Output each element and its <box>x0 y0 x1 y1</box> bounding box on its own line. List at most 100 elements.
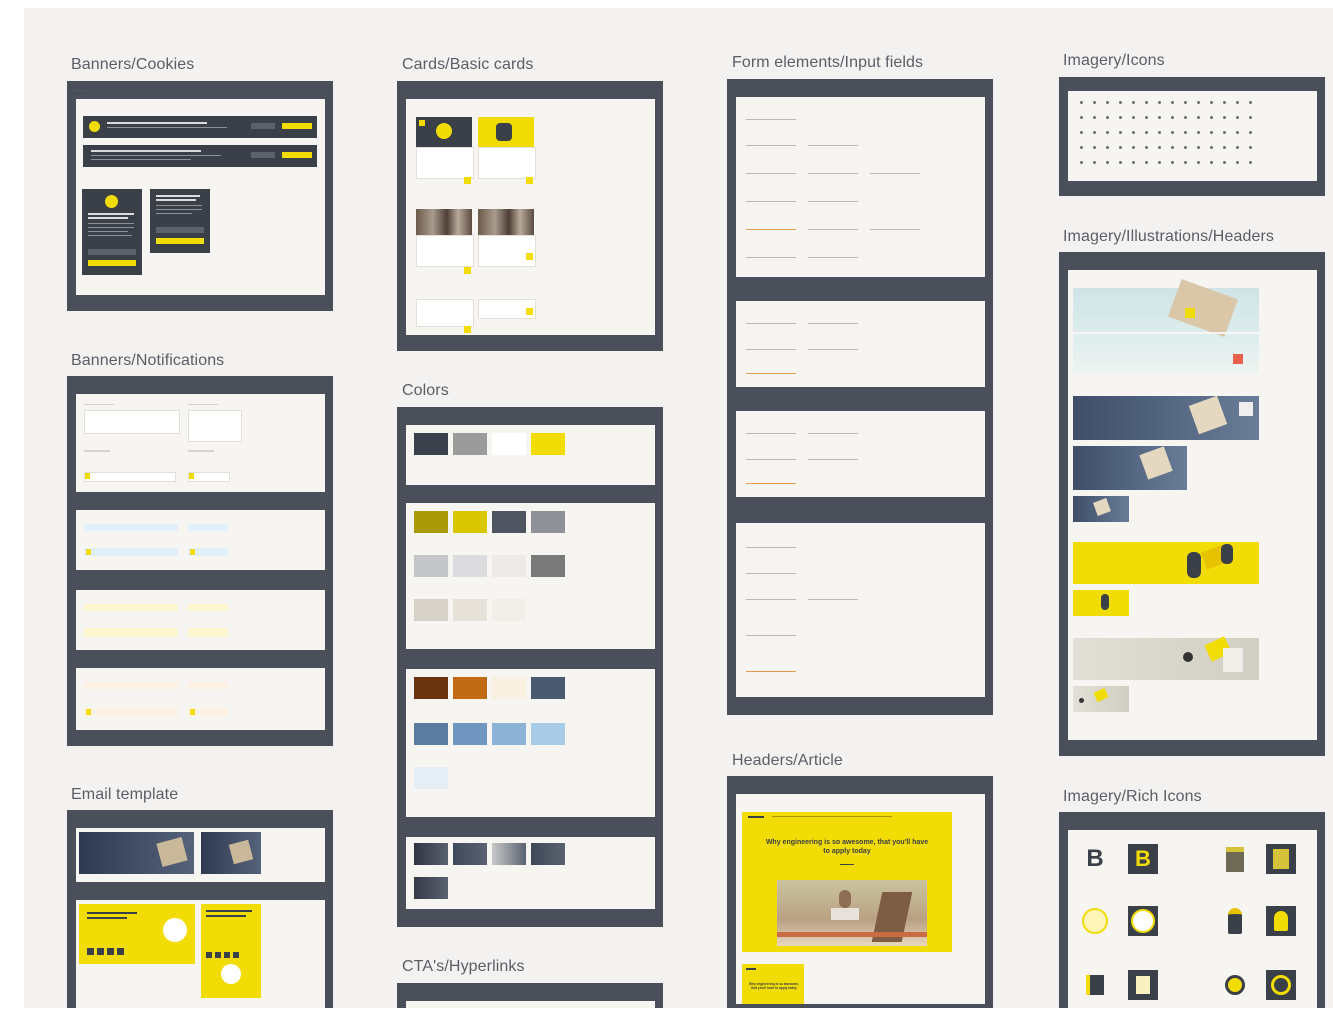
frame-title-imagery-rich-icons[interactable]: Imagery/Rich Icons <box>1063 788 1202 806</box>
article-headline: Why engineering is so awesome, that you'… <box>765 839 929 855</box>
frame-imagery-rich-icons[interactable]: B B <box>1059 812 1325 1008</box>
person-icon <box>1220 906 1250 936</box>
swatch-grad-3 <box>492 843 526 865</box>
cookie-banner-desktop-1 <box>83 116 317 138</box>
card-photo-2 <box>478 209 534 235</box>
icon-glyph <box>1093 101 1096 104</box>
frame-imagery-illustrations[interactable] <box>1059 252 1325 756</box>
icon-glyph <box>1119 146 1122 149</box>
icon-glyph <box>1093 161 1096 164</box>
swatch-sec-8 <box>531 555 565 577</box>
notifications-panel-error <box>76 668 325 730</box>
frame-form-inputs[interactable] <box>727 79 993 715</box>
icon-glyph <box>1158 101 1161 104</box>
person-dark-icon <box>1266 906 1296 936</box>
frame-colors[interactable] <box>397 407 663 927</box>
swatch-grad-5 <box>414 877 448 899</box>
frame-email-template[interactable] <box>67 810 333 1008</box>
icon-glyph <box>1184 101 1187 104</box>
icon-glyph <box>1080 101 1083 104</box>
brand-b-icon: B <box>1086 845 1104 872</box>
frame-banners-cookies[interactable]: · · · · · <box>67 81 333 311</box>
email-header-panel <box>76 828 325 882</box>
swatch-sec-6 <box>453 555 487 577</box>
swatch-sec-11 <box>492 599 526 621</box>
icon-glyph <box>1132 131 1135 134</box>
icon-glyph <box>1119 116 1122 119</box>
icon-glyph <box>1145 116 1148 119</box>
building-icon <box>1220 844 1250 874</box>
icon-glyph <box>1197 116 1200 119</box>
icon-glyph <box>1119 161 1122 164</box>
icon-glyph <box>1119 131 1122 134</box>
swatch-grad-1 <box>414 843 448 865</box>
icon-glyph <box>1223 116 1226 119</box>
icon-glyph <box>1132 146 1135 149</box>
cookie-banner-desktop-2 <box>83 145 317 167</box>
icon-glyph <box>1210 101 1213 104</box>
icon-glyph <box>1080 161 1083 164</box>
swatch-sec-9 <box>414 599 448 621</box>
notifications-panel-success <box>76 510 325 570</box>
icon-glyph <box>1132 101 1135 104</box>
cards-panel <box>406 99 655 335</box>
icon-glyph <box>1106 131 1109 134</box>
icon-glyph <box>1184 131 1187 134</box>
frame-ctas[interactable] <box>397 983 663 1008</box>
icon-glyph <box>1145 146 1148 149</box>
illustration-header-light <box>1073 278 1259 374</box>
cookie-banner-mobile-1 <box>82 189 142 275</box>
icon-glyph <box>1171 131 1174 134</box>
icon-glyph <box>1106 116 1109 119</box>
icon-glyph <box>1093 116 1096 119</box>
frame-title-cards-basic[interactable]: Cards/Basic cards <box>402 56 534 74</box>
icon-glyph <box>1249 161 1252 164</box>
icon-glyph <box>1145 131 1148 134</box>
swatch-main-4 <box>531 433 565 455</box>
frame-headers-article[interactable]: Why engineering is so awesome, that you'… <box>727 776 993 1008</box>
icon-glyph <box>1106 161 1109 164</box>
icon-glyph <box>1249 146 1252 149</box>
brand-b-dark-icon: B <box>1128 844 1158 874</box>
colors-panel-tertiary <box>406 669 655 817</box>
swatch-sec-7 <box>492 555 526 577</box>
swatch-ter-6 <box>453 723 487 745</box>
icon-glyph <box>1236 116 1239 119</box>
frame-title-colors[interactable]: Colors <box>402 382 449 400</box>
icon-glyph <box>1132 116 1135 119</box>
frame-cards-basic[interactable] <box>397 81 663 351</box>
icons-panel <box>1068 91 1317 181</box>
icon-glyph <box>1145 161 1148 164</box>
frame-title-imagery-illustrations[interactable]: Imagery/Illustrations/Headers <box>1063 228 1274 246</box>
design-canvas[interactable]: Banners/Cookies · · · · · Banners/Notifi… <box>24 8 1333 1008</box>
icon-glyph <box>1158 116 1161 119</box>
frame-title-imagery-icons[interactable]: Imagery/Icons <box>1063 52 1165 70</box>
icon-glyph <box>1171 146 1174 149</box>
swatch-grad-2 <box>453 843 487 865</box>
frame-title-banners-cookies[interactable]: Banners/Cookies <box>71 56 194 74</box>
swatch-sec-2 <box>453 511 487 533</box>
icon-glyph <box>1080 116 1083 119</box>
frame-banners-notifications[interactable] <box>67 376 333 746</box>
icon-glyph <box>1249 101 1252 104</box>
email-body-panel <box>76 900 325 1008</box>
icon-glyph <box>1184 146 1187 149</box>
icon-glyph <box>1132 161 1135 164</box>
icon-glyph <box>1210 146 1213 149</box>
icon-glyph <box>1080 131 1083 134</box>
illustration-header-dark-2 <box>1073 446 1187 490</box>
frame-imagery-icons[interactable] <box>1059 77 1325 196</box>
email-header-image <box>79 832 194 874</box>
illustration-header-grey-2 <box>1073 686 1129 712</box>
icon-glyph <box>1249 131 1252 134</box>
icon-glyph <box>1210 116 1213 119</box>
frame-title-ctas[interactable]: CTA's/Hyperlinks <box>402 958 525 976</box>
magnifier-person-icon <box>1220 970 1250 1000</box>
notifications-panel-info <box>76 394 325 492</box>
frame-title-banners-notifications[interactable]: Banners/Notifications <box>71 352 224 370</box>
frame-title-form-inputs[interactable]: Form elements/Input fields <box>732 54 923 72</box>
frame-title-email-template[interactable]: Email template <box>71 786 178 804</box>
frame-title-headers-article[interactable]: Headers/Article <box>732 752 843 770</box>
cookie-icon <box>89 121 100 132</box>
illustration-header-grey-1 <box>1073 636 1259 680</box>
